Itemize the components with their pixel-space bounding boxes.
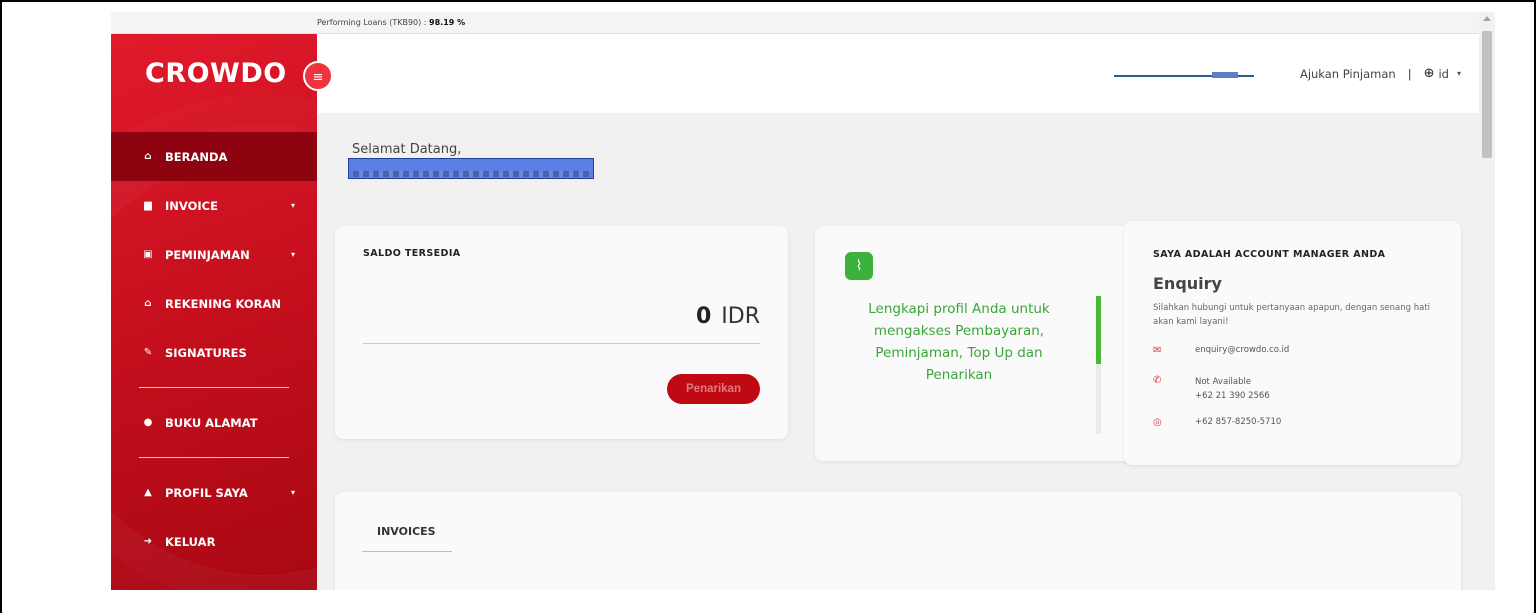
mail-icon: ✉ <box>1153 345 1162 356</box>
money-icon: ▣ <box>143 249 153 260</box>
header-actions: Ajukan Pinjaman | ⊕ id ▾ <box>1300 66 1461 81</box>
contact-email-row: ✉ enquiry@crowdo.co.id <box>1153 345 1289 356</box>
sidebar-item-label: BERANDA <box>165 149 228 164</box>
performing-loans-value: 98.19 % <box>429 18 466 27</box>
saldo-currency: IDR <box>721 304 760 329</box>
home-icon: ⌂ <box>144 151 152 162</box>
scrollbar-thumb[interactable] <box>1482 31 1492 158</box>
sidebar-item-keluar[interactable]: ➜ KELUAR <box>111 517 317 566</box>
sidebar-item-label: BUKU ALAMAT <box>165 415 258 430</box>
account-manager-card: SAYA ADALAH ACCOUNT MANAGER ANDA Enquiry… <box>1124 221 1461 465</box>
globe-icon: ⊕ <box>1423 66 1435 81</box>
user-icon: ▲ <box>144 487 152 498</box>
file-icon: ▆ <box>144 200 152 211</box>
chevron-down-icon: ▾ <box>290 250 295 259</box>
sidebar-item-profil-saya[interactable]: ▲ PROFIL SAYA ▾ <box>111 468 317 517</box>
saldo-divider <box>363 343 760 344</box>
users-icon: ● <box>143 417 153 428</box>
sidebar-item-buku-alamat[interactable]: ● BUKU ALAMAT <box>111 398 317 447</box>
invoices-tab-underline <box>362 551 452 552</box>
top-header: Ajukan Pinjaman | ⊕ id ▾ <box>317 34 1479 113</box>
signature-icon: ✎ <box>143 347 153 358</box>
language-select[interactable]: id <box>1438 67 1449 81</box>
sidebar: CROWDO ⌂ BERANDA ▆ INVOICE ▾ ▣ PEMINJAMA… <box>111 34 317 590</box>
phone-icon: ✆ <box>1153 375 1162 386</box>
sidebar-item-rekening-koran[interactable]: ⌂ REKENING KORAN <box>111 279 317 328</box>
contact-phone[interactable]: +62 21 390 2566 <box>1195 389 1270 403</box>
crowdo-logo[interactable]: CROWDO <box>145 58 287 89</box>
sidebar-item-beranda[interactable]: ⌂ BERANDA <box>111 132 317 181</box>
sidebar-divider <box>139 387 289 388</box>
sidebar-item-label: SIGNATURES <box>165 345 247 360</box>
performing-loans-bar: Performing Loans (TKB90) : 98.19 % <box>111 12 1479 34</box>
contact-phone-row: ✆ Not Available +62 21 390 2566 <box>1153 375 1270 403</box>
sidebar-nav: ⌂ BERANDA ▆ INVOICE ▾ ▣ PEMINJAMAN ▾ ⌂ R… <box>111 132 317 566</box>
sidebar-divider <box>139 457 289 458</box>
sidebar-item-label: INVOICE <box>165 198 218 213</box>
contact-phone-block: Not Available +62 21 390 2566 <box>1195 375 1270 403</box>
chevron-down-icon: ▾ <box>290 488 295 497</box>
invoices-card: INVOICES <box>335 492 1461 590</box>
saldo-value: 0 <box>695 304 712 329</box>
profile-progress-track <box>1096 364 1101 434</box>
profile-completion-card: ⌇ Lengkapi profil Anda untuk mengakses P… <box>815 226 1135 461</box>
vertical-scrollbar[interactable] <box>1479 12 1495 590</box>
hamburger-icon[interactable]: ≡ <box>303 61 333 91</box>
chevron-down-icon[interactable]: ▾ <box>1457 69 1461 78</box>
account-manager-title: SAYA ADALAH ACCOUNT MANAGER ANDA <box>1153 249 1386 260</box>
redacted-username <box>348 158 594 179</box>
saldo-card: SALDO TERSEDIA 0 IDR Penarikan <box>335 226 788 439</box>
app-window: Performing Loans (TKB90) : 98.19 % CROWD… <box>111 12 1479 590</box>
contact-whatsapp[interactable]: +62 857-8250-5710 <box>1195 417 1281 428</box>
ajukan-pinjaman-link[interactable]: Ajukan Pinjaman <box>1300 67 1396 81</box>
chevron-down-icon: ▾ <box>290 201 295 210</box>
profile-progress-bar <box>1096 296 1101 364</box>
sidebar-item-peminjaman[interactable]: ▣ PEMINJAMAN ▾ <box>111 230 317 279</box>
tab-invoices[interactable]: INVOICES <box>377 525 436 538</box>
account-manager-description: Silahkan hubungi untuk pertanyaan apapun… <box>1153 303 1431 327</box>
contact-whatsapp-row: ◎ +62 857-8250-5710 <box>1153 417 1281 428</box>
redacted-user-mark <box>1212 72 1238 78</box>
sidebar-item-invoice[interactable]: ▆ INVOICE ▾ <box>111 181 317 230</box>
welcome-text: Selamat Datang, <box>352 142 462 157</box>
paperclip-icon: ⌇ <box>845 252 873 280</box>
logout-icon: ➜ <box>143 536 153 547</box>
profile-completion-message[interactable]: Lengkapi profil Anda untuk mengakses Pem… <box>849 298 1069 386</box>
whatsapp-icon: ◎ <box>1153 417 1162 428</box>
contact-email[interactable]: enquiry@crowdo.co.id <box>1195 345 1289 356</box>
penarikan-button[interactable]: Penarikan <box>667 374 760 404</box>
saldo-amount: 0 IDR <box>696 304 760 329</box>
performing-loans-label: Performing Loans (TKB90) : <box>317 18 427 27</box>
scroll-up-arrow-icon[interactable] <box>1483 16 1491 21</box>
sidebar-item-label: PEMINJAMAN <box>165 247 250 262</box>
sidebar-item-label: KELUAR <box>165 534 216 549</box>
saldo-title: SALDO TERSEDIA <box>363 248 461 259</box>
account-manager-name: Enquiry <box>1153 274 1222 293</box>
header-separator: | <box>1407 66 1412 81</box>
sidebar-item-label: PROFIL SAYA <box>165 485 248 500</box>
sidebar-item-label: REKENING KORAN <box>165 296 281 311</box>
contact-phone-status: Not Available <box>1195 377 1252 387</box>
sidebar-item-signatures[interactable]: ✎ SIGNATURES <box>111 328 317 377</box>
bank-icon: ⌂ <box>144 298 152 309</box>
